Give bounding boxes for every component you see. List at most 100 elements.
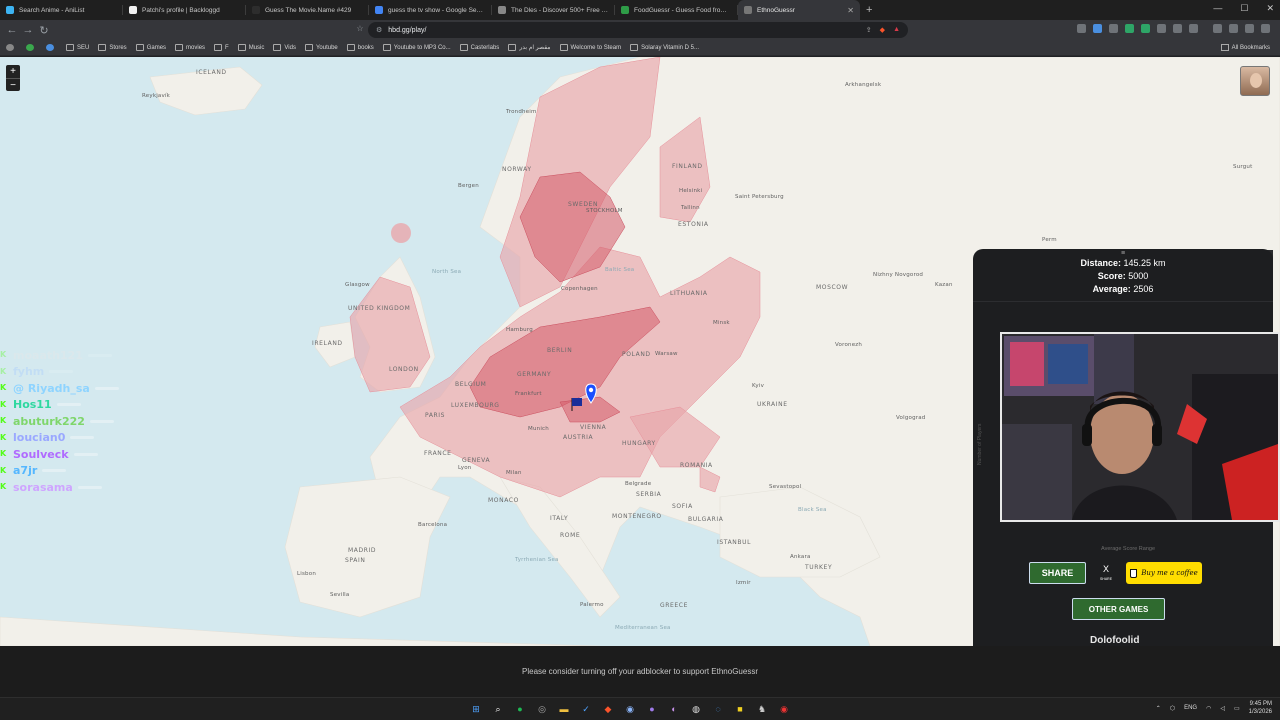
share-button[interactable]: SHARE [1029,562,1086,584]
browser-tab[interactable]: Guess The Movie.Name #429 [246,0,368,20]
bookmark-item[interactable]: مقصر ام بدر [508,44,551,51]
browser-tab[interactable]: EthnoGuessr ✕ [738,0,860,20]
vpn-icon[interactable] [1245,24,1254,33]
bookmark-item[interactable]: Welcome to Steam [559,44,621,51]
discord-icon[interactable]: ◐ [666,701,682,717]
bookmark-item[interactable]: SEU [66,44,89,51]
app-icon[interactable]: ■ [732,701,748,717]
brave-rewards-icon[interactable]: ▲ [893,26,900,34]
bookmark-item[interactable]: Casterlabs [459,44,499,51]
extension-icon[interactable] [1157,24,1166,33]
brave-shield-icon[interactable]: ◆ [880,26,885,34]
folder-icon [214,44,223,51]
back-icon[interactable]: ← [4,24,20,36]
apps-icon[interactable] [6,44,17,51]
clock[interactable]: 9:45 PM 1/3/2026 [1249,700,1272,716]
bookmark-item[interactable]: F [214,44,229,51]
app-icon[interactable]: ◉ [776,701,792,717]
close-window-icon[interactable]: ✕ [1266,3,1274,14]
map-label: Arkhangelsk [845,82,882,88]
search-icon[interactable]: ⌕ [490,701,506,717]
steam-icon[interactable]: ◉ [622,701,638,717]
browser-tab[interactable]: guess the tv show - Google Search [369,0,491,20]
extension-icon[interactable] [1109,24,1118,33]
bookmark-item[interactable]: Youtube [304,44,338,51]
tray-app-icon[interactable]: ⬡ [1170,705,1175,712]
chat-message-text [89,419,114,423]
share-page-icon[interactable]: ⇪ [866,26,872,34]
file-explorer-icon[interactable]: ▬ [556,701,572,717]
chat-message-text [70,436,95,440]
browser-tab[interactable]: FoodGuessr - Guess Food from Arou [615,0,737,20]
app-icon[interactable]: ◎ [534,701,550,717]
map-label: GENEVA [462,457,491,464]
tab-title: EthnoGuessr [757,6,795,14]
battery-icon[interactable]: ▭ [1234,705,1240,712]
app-icon[interactable]: ◌ [710,701,726,717]
bookmark-item[interactable]: movies [175,44,205,51]
wallet-icon[interactable] [1229,24,1238,33]
sidebar-icon[interactable] [1213,24,1222,33]
app-icon[interactable]: ♞ [754,701,770,717]
map-label: BULGARIA [688,516,724,523]
browser-tab[interactable]: The Dles - Discover 500+ Free Daily [492,0,614,20]
extension-icon[interactable] [1173,24,1182,33]
app-icon[interactable]: ◍ [688,701,704,717]
bookmark-label: Games [146,44,167,51]
obs-icon[interactable]: ● [644,701,660,717]
bookmark-item[interactable]: Stores [98,44,127,51]
spotify-icon[interactable]: ● [512,701,528,717]
browser-tab[interactable]: Search Anime - AniList [0,0,122,20]
bookmark-icon[interactable] [26,44,37,51]
address-bar[interactable]: ⚙ hbd.gg/play/ ⇪ ◆ ▲ [368,22,908,38]
extension-icon[interactable] [1141,24,1150,33]
map-label: FINLAND [672,163,703,170]
drag-handle-icon[interactable]: ≡ [973,250,1273,257]
x-share-button[interactable]: X SHARE [1096,562,1116,584]
lang-indicator[interactable]: ENG [1184,705,1197,711]
bookmark-item[interactable]: Music [237,44,264,51]
chart-x-axis-label: Average Score Range [1101,546,1156,552]
tab-title: guess the tv show - Google Search [388,6,485,14]
all-bookmarks[interactable]: All Bookmarks [1220,44,1270,51]
other-games-button[interactable]: OTHER GAMES [1072,598,1165,620]
zoom-out-button[interactable]: − [6,78,20,91]
clock-time: 9:45 PM [1249,701,1272,707]
map-label: MONACO [488,497,519,504]
extension-icon[interactable] [1093,24,1102,33]
task-icon[interactable]: ✓ [578,701,594,717]
minimize-icon[interactable]: — [1213,3,1222,14]
tab-close-icon[interactable]: ✕ [847,6,854,15]
extension-icon[interactable] [1189,24,1198,33]
wifi-icon[interactable]: ◠ [1206,705,1211,712]
buy-me-a-coffee-button[interactable]: Buy me a coffee [1126,562,1202,584]
bookmark-item[interactable]: Solaray Vitamin D 5... [630,44,699,51]
volume-icon[interactable]: ◁ [1220,705,1225,712]
bookmark-icon[interactable] [46,44,57,51]
site-info-icon[interactable]: ⚙ [376,26,382,34]
bookmark-item[interactable]: Vids [273,44,296,51]
chat-username: @ Riyadh_sa [13,381,90,395]
bookmark-item[interactable]: Games [135,44,167,51]
browser-tab-strip: Search Anime - AniList Patchi's profile |… [0,0,1280,20]
bookmark-label: F [225,44,229,51]
chart-y-axis-label: Number of Players [977,423,983,465]
tray-overflow-icon[interactable]: ⌃ [1156,705,1161,712]
brave-browser-icon[interactable]: ◆ [600,701,616,717]
new-tab-button[interactable]: + [866,4,872,16]
bookmark-star-icon[interactable]: ☆ [352,24,368,33]
bookmark-item[interactable]: Youtube to MP3 Co... [382,44,451,51]
browser-tab[interactable]: Patchi's profile | Backloggd [123,0,245,20]
reload-icon[interactable]: ↻ [36,24,52,37]
bookmark-item[interactable]: books [346,44,374,51]
maximize-icon[interactable]: ☐ [1240,3,1248,14]
menu-icon[interactable] [1261,24,1270,33]
zoom-in-button[interactable]: + [6,65,20,78]
webcam-image [1002,334,1278,520]
extension-icon[interactable] [1125,24,1134,33]
windows-start-icon[interactable]: ⊞ [468,701,484,717]
user-avatar[interactable] [1240,66,1270,96]
forward-icon[interactable]: → [20,24,36,36]
bookmark-label: SEU [77,44,90,51]
extension-icon[interactable] [1077,24,1086,33]
